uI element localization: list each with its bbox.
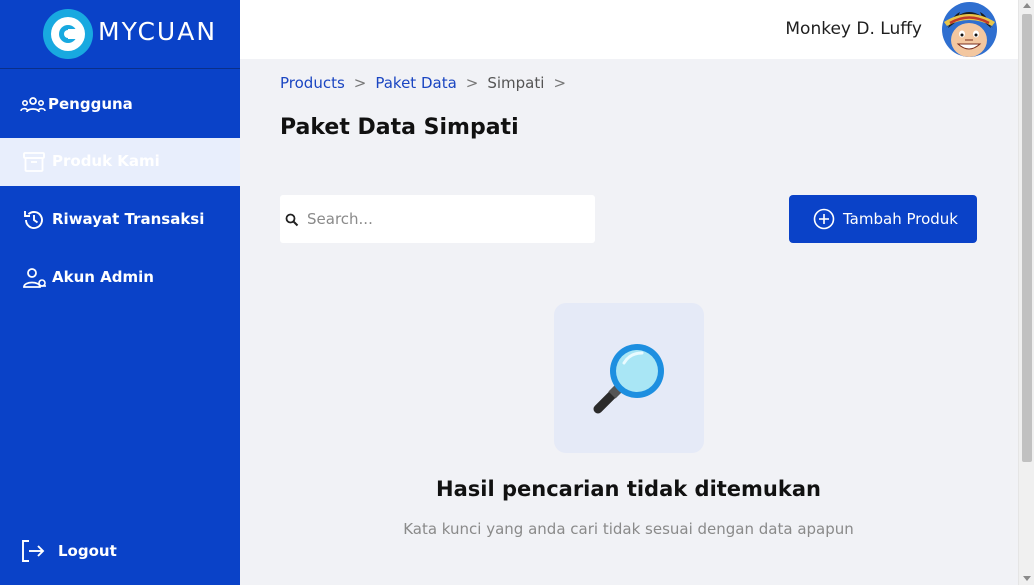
scroll-thumb[interactable]	[1022, 14, 1032, 462]
history-icon	[22, 208, 48, 232]
logout-icon	[20, 539, 46, 567]
scroll-down-icon[interactable]	[1023, 576, 1031, 581]
add-product-label: Tambah Produk	[843, 210, 958, 228]
breadcrumb-simpati: Simpati	[487, 74, 545, 92]
sidebar-item-pengguna[interactable]: Pengguna	[0, 81, 240, 129]
plus-circle-icon	[813, 208, 835, 234]
brand: MYCUAN	[0, 0, 240, 69]
breadcrumb: Products > Paket Data > Simpati >	[280, 74, 575, 92]
sidebar-item-label: Pengguna	[48, 95, 133, 113]
user-name[interactable]: Monkey D. Luffy	[785, 19, 922, 39]
page-title: Paket Data Simpati	[280, 115, 519, 140]
top-bar: Monkey D. Luffy	[240, 0, 1018, 59]
search-icon	[285, 212, 299, 231]
brand-logo-icon	[43, 9, 93, 59]
avatar[interactable]	[942, 2, 997, 57]
search-input[interactable]	[305, 207, 585, 231]
sidebar-item-label: Produk Kami	[52, 152, 160, 170]
breadcrumb-separator: >	[553, 74, 567, 92]
vertical-scrollbar[interactable]	[1018, 0, 1034, 585]
logout-label: Logout	[58, 542, 117, 560]
search-box	[280, 195, 595, 243]
breadcrumb-separator: >	[465, 74, 479, 92]
sidebar-item-label: Riwayat Transaksi	[52, 210, 205, 228]
breadcrumb-products[interactable]: Products	[280, 74, 345, 92]
archive-box-icon	[22, 150, 48, 174]
app-root: MYCUAN Pengguna Produk Kami Riwayat Tran…	[0, 0, 1034, 585]
brand-name: MYCUAN	[98, 17, 218, 46]
breadcrumb-paket-data[interactable]: Paket Data	[375, 74, 456, 92]
scroll-up-icon[interactable]	[1023, 3, 1031, 8]
sidebar-item-label: Akun Admin	[52, 268, 154, 286]
user-cog-icon	[22, 266, 48, 290]
empty-state-illustration	[554, 303, 704, 453]
sidebar-item-riwayat-transaksi[interactable]: Riwayat Transaksi	[0, 196, 240, 244]
sidebar: MYCUAN Pengguna Produk Kami Riwayat Tran…	[0, 0, 240, 585]
add-product-button[interactable]: Tambah Produk	[789, 195, 977, 243]
magnifier-icon	[593, 344, 664, 414]
users-icon	[20, 93, 46, 117]
sidebar-item-produk-kami[interactable]: Produk Kami	[0, 138, 240, 186]
logout-button[interactable]: Logout	[0, 527, 240, 575]
empty-state-title: Hasil pencarian tidak ditemukan	[436, 477, 821, 501]
breadcrumb-separator: >	[353, 74, 367, 92]
sidebar-item-akun-admin[interactable]: Akun Admin	[0, 254, 240, 302]
empty-state-description: Kata kunci yang anda cari tidak sesuai d…	[403, 520, 854, 538]
